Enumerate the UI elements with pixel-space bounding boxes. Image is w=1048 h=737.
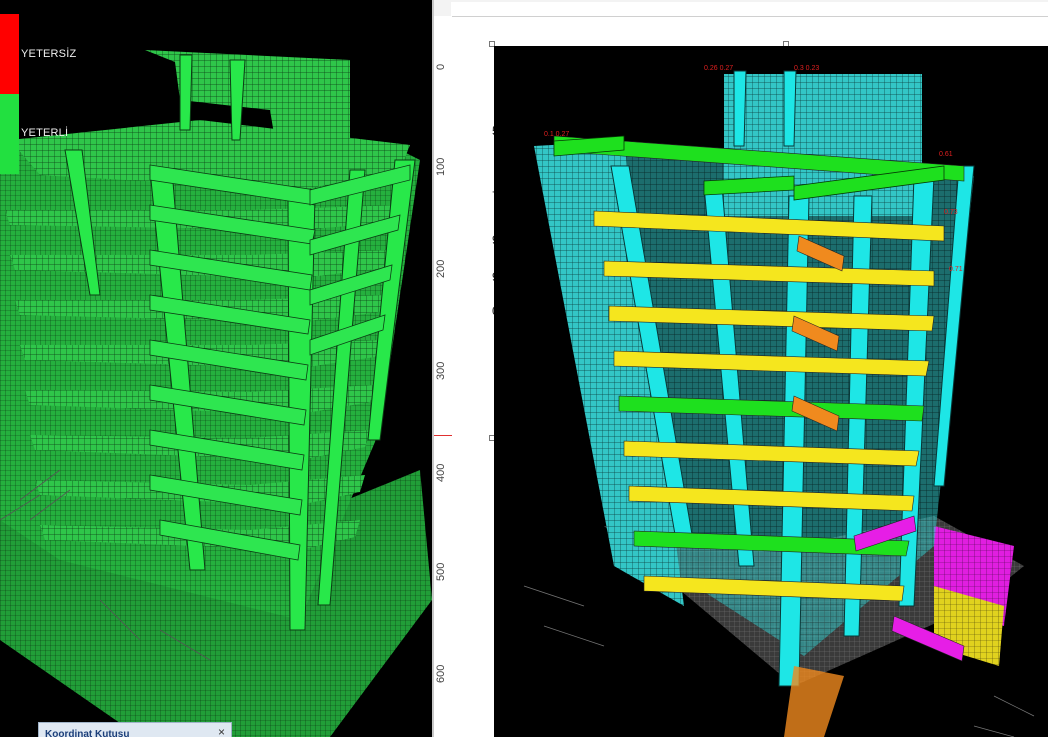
left-3d-viewport[interactable]: YETERSİZ YETERLİ Koordinat Kutusu × — [0, 0, 432, 737]
ruler-tick: 600 — [435, 664, 447, 683]
svg-text:0.61: 0.61 — [939, 151, 953, 158]
legend: YETERSİZ YETERLİ — [0, 14, 120, 174]
right-3d-viewport[interactable]: 0.26 0.27 0.3 0.23 0.1 0.27 0.61 0.73 0.… — [494, 46, 1048, 737]
vertical-ruler: 0 100 200 300 400 500 600 — [434, 16, 453, 737]
svg-text:0.1 0.27: 0.1 0.27 — [544, 131, 569, 138]
building-model-right: 0.26 0.27 0.3 0.23 0.1 0.27 0.61 0.73 0.… — [523, 65, 1035, 737]
ruler-tick: 100 — [435, 157, 447, 176]
svg-text:0.73: 0.73 — [944, 209, 958, 216]
ruler-tick: 500 — [435, 562, 447, 581]
legend-label-insufficient: YETERSİZ — [21, 48, 77, 60]
horizontal-ruler — [451, 2, 1048, 17]
svg-text:0.3 0.23: 0.3 0.23 — [794, 65, 819, 72]
legend-swatch-sufficient — [0, 94, 19, 174]
legend-label-sufficient: YETERLİ — [21, 127, 69, 139]
ruler-tick: 200 — [435, 259, 447, 278]
coordinate-panel[interactable]: Koordinat Kutusu × — [38, 722, 232, 737]
svg-text:0.26 0.27: 0.26 0.27 — [704, 65, 733, 72]
svg-text:0.71: 0.71 — [949, 266, 963, 273]
coordinate-panel-title: Koordinat Kutusu — [45, 729, 130, 737]
close-icon[interactable]: × — [218, 725, 225, 737]
ruler-tick: 300 — [435, 361, 447, 380]
ruler-tick: 0 — [435, 63, 447, 70]
ruler-marker — [434, 435, 452, 436]
legend-swatch-insufficient — [0, 14, 19, 94]
ruler-tick: 400 — [435, 463, 447, 482]
